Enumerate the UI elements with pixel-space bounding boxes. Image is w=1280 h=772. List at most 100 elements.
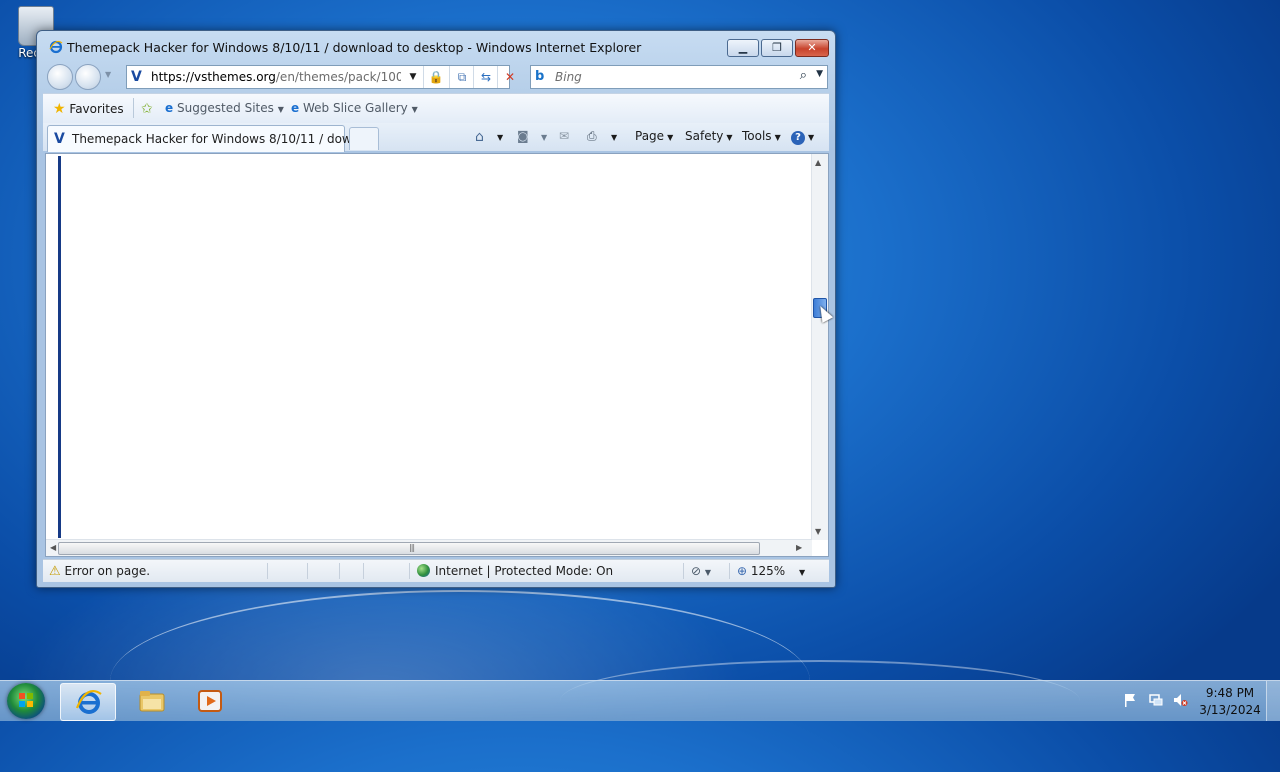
error-status[interactable]: ⚠ Error on page. [49, 564, 150, 579]
forward-button[interactable] [75, 64, 101, 90]
horizontal-scrollbar[interactable]: ◀ ||| ▶ [46, 539, 812, 556]
status-separator [729, 563, 730, 579]
compatibility-view-icon[interactable]: ⧉ [449, 66, 474, 88]
safety-menu-label: Safety [685, 129, 724, 143]
tab-current[interactable]: V Themepack Hacker for Windows 8/10/11 /… [47, 125, 374, 152]
scroll-left-icon[interactable]: ◀ [50, 543, 56, 552]
zoom-icon: ⊕ [737, 564, 748, 578]
caption-buttons: ▁ ❐ ✕ [725, 39, 829, 57]
protected-mode-icon[interactable]: ⊘ ▼ [691, 564, 711, 578]
volume-muted-icon[interactable] [1172, 692, 1188, 708]
horizontal-scroll-thumb[interactable]: ||| [58, 542, 760, 555]
search-box[interactable]: b Bing ⌕ ▼ [530, 65, 828, 89]
clock-time: 9:48 PM [1205, 686, 1255, 700]
web-slice-gallery-button[interactable]: e Web Slice Gallery ▼ [291, 101, 418, 115]
tab-favicon-icon: V [54, 131, 65, 147]
close-button[interactable]: ✕ [795, 39, 829, 57]
page-menu-label: Page [635, 129, 665, 143]
stop-icon[interactable]: ✕ [497, 66, 522, 88]
suggested-sites-ie-icon: e [165, 101, 174, 115]
refresh-icon[interactable]: ⇆ [473, 66, 498, 88]
clock-date: 3/13/2024 [1199, 703, 1261, 717]
site-favicon-icon: V [131, 69, 142, 85]
window-titlebar[interactable]: Themepack Hacker for Windows 8/10/11 / d… [37, 31, 835, 61]
feeds-icon[interactable]: ◙ [517, 129, 529, 143]
new-tab-button[interactable] [349, 127, 379, 150]
scroll-right-icon[interactable]: ▶ [796, 543, 802, 552]
chevron-down-icon: ▼ [808, 133, 815, 142]
tools-menu-label: Tools [742, 129, 772, 143]
status-separator [307, 563, 308, 579]
help-icon: ? [791, 131, 805, 145]
status-message: Error on page. [64, 564, 151, 578]
favorites-label: Favorites [69, 102, 124, 116]
add-favorite-star-icon: ✩ [141, 101, 153, 117]
system-clock[interactable]: 9:48 PM 3/13/2024 [1196, 685, 1264, 719]
taskbar: 9:48 PM 3/13/2024 [0, 680, 1280, 721]
scroll-up-icon[interactable]: ▲ [815, 158, 821, 167]
chevron-down-icon: ▼ [411, 105, 418, 114]
media-player-icon [198, 690, 222, 712]
search-icon[interactable]: ⌕ [800, 68, 807, 83]
status-bar: ⚠ Error on page. Internet | Protected Mo… [43, 559, 829, 582]
tab-label: Themepack Hacker for Windows 8/10/11 / d… [72, 132, 375, 146]
url-path: /en/themes/pack/1007-ha [275, 70, 401, 84]
tools-menu[interactable]: Tools ▼ [742, 129, 781, 143]
zoom-control[interactable]: ⊕ 125% ▼ [737, 564, 805, 578]
show-desktop-button[interactable] [1266, 681, 1280, 721]
search-placeholder: Bing [555, 70, 582, 84]
taskbar-media-player[interactable] [182, 683, 236, 719]
print-icon[interactable]: ⎙ [587, 129, 597, 144]
internet-explorer-icon [75, 690, 102, 714]
page-menu[interactable]: Page ▼ [635, 129, 673, 143]
address-dropdown-icon[interactable]: ▼ [401, 66, 425, 88]
address-url[interactable]: https://vsthemes.org/en/themes/pack/1007… [151, 70, 401, 84]
favorites-button[interactable]: ★ Favorites [53, 101, 124, 117]
back-button[interactable] [47, 64, 73, 90]
windows-logo-icon [19, 693, 33, 707]
folder-icon [139, 691, 165, 712]
close-icon: ✕ [807, 41, 817, 54]
security-lock-icon[interactable]: 🔒 [423, 66, 448, 88]
add-to-favorites-bar-button[interactable]: ✩ [141, 101, 153, 117]
status-separator [409, 563, 410, 579]
start-button[interactable] [7, 683, 45, 719]
security-zone[interactable]: Internet | Protected Mode: On [417, 564, 613, 578]
chevron-down-icon: ▼ [667, 133, 674, 142]
search-options-dropdown-icon[interactable]: ▼ [816, 69, 823, 79]
print-dropdown-icon[interactable]: ▼ [611, 133, 617, 142]
chevron-down-icon: ▼ [774, 133, 781, 142]
minimize-button[interactable]: ▁ [727, 39, 759, 57]
help-menu[interactable]: ? ▼ [791, 129, 814, 145]
home-icon[interactable]: ⌂ [475, 129, 484, 145]
taskbar-windows-explorer[interactable] [124, 683, 178, 719]
status-separator [363, 563, 364, 579]
window-title: Themepack Hacker for Windows 8/10/11 / d… [67, 40, 642, 55]
network-icon[interactable] [1148, 692, 1164, 708]
suggested-sites-button[interactable]: e Suggested Sites ▼ [165, 101, 284, 115]
chevron-down-icon: ▼ [799, 568, 806, 577]
vertical-scrollbar[interactable]: ▲ ▼ [811, 154, 828, 540]
restore-icon: ❐ [772, 41, 782, 54]
page-content[interactable]: ▲ ▼ ◀ ||| ▶ [45, 153, 829, 557]
tab-bar: V Themepack Hacker for Windows 8/10/11 /… [43, 123, 829, 152]
recent-pages-chevron-icon[interactable]: ▼ [105, 70, 111, 79]
address-bar[interactable]: V https://vsthemes.org/en/themes/pack/10… [126, 65, 515, 89]
status-separator [267, 563, 268, 579]
feeds-dropdown-icon[interactable]: ▼ [541, 133, 547, 142]
scroll-down-icon[interactable]: ▼ [815, 527, 821, 536]
favorites-separator [133, 98, 134, 118]
safety-menu[interactable]: Safety ▼ [685, 129, 733, 143]
suggested-sites-label: Suggested Sites [176, 101, 274, 115]
taskbar-internet-explorer[interactable] [60, 683, 116, 721]
favorites-star-icon: ★ [53, 101, 66, 117]
home-dropdown-icon[interactable]: ▼ [497, 133, 503, 142]
restore-button[interactable]: ❐ [761, 39, 793, 57]
web-slice-gallery-label: Web Slice Gallery [302, 101, 408, 115]
security-zone-label: Internet | Protected Mode: On [435, 564, 614, 578]
chevron-down-icon: ▼ [277, 105, 284, 114]
action-center-flag-icon[interactable] [1122, 692, 1138, 708]
chevron-down-icon: ▼ [726, 133, 733, 142]
read-mail-icon[interactable]: ✉ [559, 129, 569, 143]
status-separator [339, 563, 340, 579]
